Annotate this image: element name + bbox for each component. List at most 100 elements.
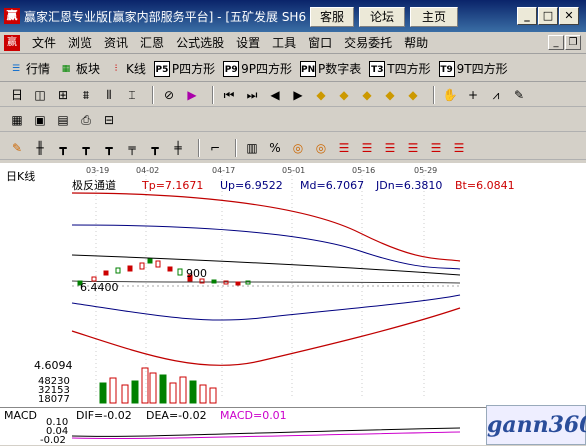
last-icon[interactable]: ⏭ (243, 86, 261, 104)
draw-icon-1[interactable]: ╫ (31, 139, 49, 157)
separator (235, 139, 237, 157)
save-icon[interactable]: ▤ (54, 111, 72, 129)
date-tick: 05-29 (414, 166, 437, 175)
candle (156, 261, 160, 267)
menu-huien[interactable]: 汇恩 (134, 34, 170, 51)
lower-band-line (72, 308, 460, 365)
date-tick: 04-02 (136, 166, 159, 175)
tab-service[interactable]: 客服 (310, 7, 354, 27)
menu-info[interactable]: 资讯 (98, 34, 134, 51)
menu-help[interactable]: 帮助 (398, 34, 434, 51)
mdi-restore-icon[interactable]: ❐ (565, 35, 581, 50)
draw-icon-6[interactable]: ┳ (146, 139, 164, 157)
view-block-button[interactable]: ▦板块 (58, 60, 100, 77)
menu-browse[interactable]: 浏览 (62, 34, 98, 51)
fibo-icon-3[interactable]: ☰ (381, 139, 399, 157)
diamond-icon-3[interactable]: ◆ (358, 86, 376, 104)
menu-formula[interactable]: 公式选股 (170, 34, 230, 51)
tool-icon-a[interactable]: ⊘ (160, 86, 178, 104)
calendar-icon[interactable]: ▦ (8, 111, 26, 129)
price-axis-label: 4.6094 (34, 359, 73, 372)
mdi-minimize-icon[interactable]: _ (548, 35, 564, 50)
grid-icon[interactable]: ▥ (243, 139, 261, 157)
coin-icon-1[interactable]: ◎ (289, 139, 307, 157)
candle (116, 268, 120, 273)
fibo-icon-4[interactable]: ☰ (404, 139, 422, 157)
volume-bar (160, 375, 166, 403)
draw-icon-4[interactable]: ┳ (100, 139, 118, 157)
quote-icon: ☰ (8, 61, 24, 77)
network-icon[interactable]: ⊟ (100, 111, 118, 129)
view-quote-button[interactable]: ☰行情 (8, 60, 50, 77)
candle (148, 259, 152, 263)
separator (198, 139, 200, 157)
menu-trade[interactable]: 交易委托 (338, 34, 398, 51)
draw-icon-5[interactable]: ╤ (123, 139, 141, 157)
fibo-icon-6[interactable]: ☰ (450, 139, 468, 157)
diamond-icon-4[interactable]: ◆ (381, 86, 399, 104)
view-pnum-button[interactable]: PNP数字表 (300, 60, 361, 77)
chart-icon-3[interactable]: ⩩ (77, 86, 95, 104)
tab-home[interactable]: 主页 (410, 7, 458, 27)
upper-band-line (72, 193, 460, 261)
toolbar-row-1: 日▾ ◫ ⊞ ⩩ ⫴ ⌶ ⊘ ▶ ⏮ ⏭ ◀ ▶ ◆ ◆ ◆ ◆ ◆ ✋ + ⩘… (0, 83, 586, 107)
chart-icon-1[interactable]: ◫ (31, 86, 49, 104)
fibo-icon-5[interactable]: ☰ (427, 139, 445, 157)
view-9p-grid-button[interactable]: P99P四方形 (223, 60, 292, 77)
paint-icon[interactable]: ✎ (510, 86, 528, 104)
print-icon[interactable]: ⎙ (77, 111, 95, 129)
volume-bar (170, 383, 176, 403)
kline-chart-panel[interactable]: 03-1904-0204-1705-0105-1605-29 日K线 极反通道 … (0, 163, 586, 445)
draw-icon-7[interactable]: ╪ (169, 139, 187, 157)
percent-icon[interactable]: % (266, 139, 284, 157)
watermark-logo: gann360 (486, 405, 586, 445)
minimize-icon[interactable]: _ (517, 7, 537, 25)
fibo-icon-1[interactable]: ☰ (335, 139, 353, 157)
trend-icon[interactable]: ⩘ (487, 86, 505, 104)
close-icon[interactable]: ✕ (559, 7, 579, 25)
p-grid-icon: P5 (154, 61, 170, 77)
view-p-grid-button[interactable]: P5P四方形 (154, 60, 215, 77)
menu-bar: 赢 文件 浏览 资讯 汇恩 公式选股 设置 工具 窗口 交易委托 帮助 (0, 32, 586, 54)
menu-window[interactable]: 窗口 (302, 34, 338, 51)
flag-icon[interactable]: ▶ (183, 86, 201, 104)
fibo-icon-2[interactable]: ☰ (358, 139, 376, 157)
view-9t-grid-button[interactable]: T99T四方形 (439, 60, 508, 77)
candle (178, 269, 182, 275)
date-tick: 03-19 (86, 166, 109, 175)
pen-icon[interactable]: ✎ (8, 139, 26, 157)
crosshair-icon[interactable]: + (464, 86, 482, 104)
separator (152, 86, 154, 104)
low-price-label: 6.4400 (80, 281, 119, 294)
menu-settings[interactable]: 设置 (230, 34, 266, 51)
day-select-icon[interactable]: 日▾ (8, 86, 26, 104)
diamond-icon-2[interactable]: ◆ (335, 86, 353, 104)
maximize-icon[interactable]: □ (538, 7, 558, 25)
hand-icon[interactable]: ✋ (441, 86, 459, 104)
volume-bar (122, 385, 128, 403)
draw-icon-3[interactable]: ┳ (77, 139, 95, 157)
candle-icon[interactable]: ⌶ (123, 86, 141, 104)
diamond-icon-1[interactable]: ◆ (312, 86, 330, 104)
view-toolbar: ☰行情 ▦板块 ⫶K线 P5P四方形 P99P四方形 PNP数字表 T3T四方形… (0, 56, 586, 82)
macd-axis-3: -0.02 (40, 435, 66, 446)
volume-bar (210, 388, 216, 403)
prev-icon[interactable]: ◀ (266, 86, 284, 104)
menu-file[interactable]: 文件 (26, 34, 62, 51)
volume-axis-3: 18077 (38, 394, 70, 405)
chart-icon-4[interactable]: ⫴ (100, 86, 118, 104)
draw-icon-2[interactable]: ┳ (54, 139, 72, 157)
screen-icon[interactable]: ▣ (31, 111, 49, 129)
view-t-grid-button[interactable]: T3T四方形 (369, 60, 430, 77)
chart-icon-2[interactable]: ⊞ (54, 86, 72, 104)
pnum-icon: PN (300, 61, 316, 77)
view-kline-button[interactable]: ⫶K线 (108, 60, 146, 77)
coin-icon-2[interactable]: ◎ (312, 139, 330, 157)
bracket-icon[interactable]: ⌐ (206, 139, 224, 157)
next-icon[interactable]: ▶ (289, 86, 307, 104)
toolbar-row-3: ✎ ╫ ┳ ┳ ┳ ╤ ┳ ╪ ⌐ ▥ % ◎ ◎ ☰ ☰ ☰ ☰ ☰ ☰ (0, 136, 586, 160)
tab-forum[interactable]: 论坛 (359, 7, 405, 27)
menu-tools[interactable]: 工具 (266, 34, 302, 51)
first-icon[interactable]: ⏮ (220, 86, 238, 104)
diamond-icon-5[interactable]: ◆ (404, 86, 422, 104)
